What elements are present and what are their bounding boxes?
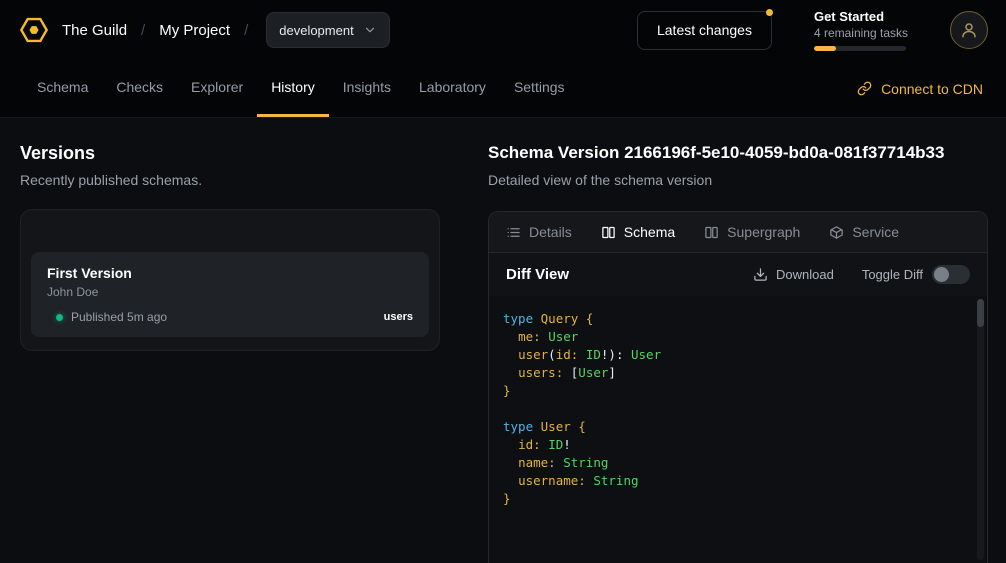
- cube-icon: [829, 225, 844, 240]
- cdn-link-label: Connect to CDN: [881, 81, 983, 97]
- tab-explorer[interactable]: Explorer: [177, 60, 257, 117]
- versions-section: Versions Recently published schemas. Fir…: [0, 118, 464, 563]
- target-select[interactable]: development: [266, 12, 389, 48]
- version-detail-section: Schema Version 2166196f-5e10-4059-bd0a-0…: [464, 118, 1006, 563]
- version-detail-subtitle: Detailed view of the schema version: [488, 172, 988, 189]
- versions-title: Versions: [20, 142, 440, 164]
- main-content: Versions Recently published schemas. Fir…: [0, 118, 1006, 563]
- user-icon: [960, 21, 978, 39]
- download-icon: [753, 267, 768, 282]
- diff-actions: Download Toggle Diff: [753, 265, 970, 284]
- columns-icon: [601, 225, 616, 240]
- tab-service[interactable]: Service: [829, 224, 899, 240]
- tab-history[interactable]: History: [257, 60, 329, 117]
- versions-subtitle: Recently published schemas.: [20, 172, 440, 189]
- get-started[interactable]: Get Started 4 remaining tasks: [814, 9, 908, 51]
- scrollbar-thumb[interactable]: [977, 299, 984, 327]
- tab-schema-view-label: Schema: [624, 224, 675, 240]
- schema-code-viewer: type Query { me: User user(id: ID!): Use…: [489, 296, 987, 563]
- breadcrumb-project[interactable]: My Project: [159, 22, 230, 39]
- get-started-progress-fill: [814, 46, 836, 51]
- breadcrumb: The Guild / My Project / development: [62, 12, 390, 48]
- connect-to-cdn-link[interactable]: Connect to CDN: [857, 60, 983, 117]
- breadcrumb-separator: /: [244, 22, 248, 39]
- service-badge: users: [384, 311, 413, 323]
- diff-view-header: Diff View Download Toggle Diff: [489, 253, 987, 296]
- published-status-dot: [56, 314, 63, 321]
- toggle-knob: [934, 267, 949, 282]
- tab-insights[interactable]: Insights: [329, 60, 405, 117]
- latest-changes-label: Latest changes: [657, 22, 752, 38]
- get-started-title: Get Started: [814, 9, 908, 24]
- target-select-value: development: [279, 23, 353, 38]
- diff-view-title: Diff View: [506, 266, 569, 283]
- tab-details-label: Details: [529, 224, 572, 240]
- tab-settings[interactable]: Settings: [500, 60, 579, 117]
- main-nav: Schema Checks Explorer History Insights …: [0, 60, 1006, 118]
- code-block: type Query { me: User user(id: ID!): Use…: [503, 310, 967, 508]
- version-meta: Published 5m ago users: [47, 310, 413, 324]
- tab-supergraph-label: Supergraph: [727, 224, 800, 240]
- tab-schema[interactable]: Schema: [23, 60, 102, 117]
- header-right: Latest changes Get Started 4 remaining t…: [637, 9, 988, 51]
- hive-logo-icon[interactable]: [18, 14, 50, 46]
- versions-card: First Version John Doe Published 5m ago …: [20, 209, 440, 351]
- version-view-tabs: Details Schema Supergraph: [489, 212, 987, 253]
- tab-checks[interactable]: Checks: [102, 60, 177, 117]
- header: The Guild / My Project / development Lat…: [0, 0, 1006, 60]
- tab-laboratory[interactable]: Laboratory: [405, 60, 500, 117]
- link-icon: [857, 81, 872, 96]
- version-detail-title: Schema Version 2166196f-5e10-4059-bd0a-0…: [488, 142, 988, 164]
- avatar[interactable]: [950, 11, 988, 49]
- download-button[interactable]: Download: [753, 267, 834, 282]
- tab-details[interactable]: Details: [506, 224, 572, 240]
- tab-service-label: Service: [852, 224, 899, 240]
- chevron-down-icon: [363, 23, 377, 37]
- tab-schema-view[interactable]: Schema: [601, 224, 675, 240]
- list-icon: [506, 225, 521, 240]
- columns-icon: [704, 225, 719, 240]
- version-detail-panel: Details Schema Supergraph: [488, 211, 988, 563]
- breadcrumb-separator: /: [141, 22, 145, 39]
- tab-supergraph[interactable]: Supergraph: [704, 224, 800, 240]
- get-started-subtitle: 4 remaining tasks: [814, 26, 908, 40]
- version-status: Published 5m ago: [71, 310, 167, 324]
- scrollbar[interactable]: [977, 299, 984, 560]
- toggle-diff-label: Toggle Diff: [862, 267, 923, 282]
- get-started-progress: [814, 46, 906, 51]
- app-root: The Guild / My Project / development Lat…: [0, 0, 1006, 563]
- version-author: John Doe: [47, 285, 413, 299]
- toggle-diff-switch[interactable]: [932, 265, 970, 284]
- version-list-item[interactable]: First Version John Doe Published 5m ago …: [31, 252, 429, 337]
- notification-dot: [766, 9, 773, 16]
- download-label: Download: [776, 267, 834, 282]
- breadcrumb-org[interactable]: The Guild: [62, 22, 127, 39]
- latest-changes-button[interactable]: Latest changes: [637, 11, 772, 50]
- version-name: First Version: [47, 265, 413, 281]
